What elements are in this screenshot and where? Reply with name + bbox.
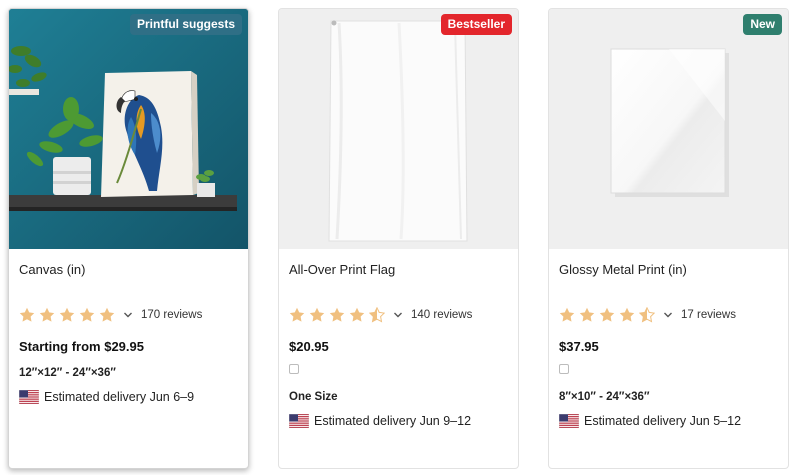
- product-image[interactable]: Printful suggests: [9, 9, 248, 249]
- product-title[interactable]: Glossy Metal Print (in): [559, 262, 687, 277]
- delivery-estimate: Estimated delivery Jun 5–12: [559, 413, 741, 429]
- rating[interactable]: 170 reviews: [19, 307, 202, 323]
- rating[interactable]: 140 reviews: [289, 307, 472, 323]
- star-icon: [599, 307, 615, 322]
- color-swatch-checkbox[interactable]: [559, 364, 569, 374]
- printful-suggests-badge: Printful suggests: [129, 14, 242, 35]
- star-icon: [559, 307, 575, 322]
- star-icon: [99, 307, 115, 322]
- star-icon: [39, 307, 55, 322]
- star-icon: [329, 307, 345, 322]
- bestseller-badge: Bestseller: [440, 14, 512, 35]
- star-icon: [79, 307, 95, 322]
- star-icon: [579, 307, 595, 322]
- canvas-photo-image: [9, 9, 248, 249]
- star-icon: [349, 307, 365, 322]
- review-count[interactable]: 140 reviews: [411, 309, 472, 321]
- star-icon: [289, 307, 305, 322]
- product-card[interactable]: Bestseller All-Over Print Flag 140 revie…: [278, 8, 519, 469]
- product-card[interactable]: Printful suggests Canvas (in) 170 review…: [8, 8, 249, 469]
- delivery-text: Estimated delivery Jun 9–12: [314, 414, 472, 428]
- star-half-icon: [639, 307, 655, 323]
- chevron-down-icon[interactable]: [393, 311, 403, 319]
- rating[interactable]: 17 reviews: [559, 307, 736, 323]
- review-count[interactable]: 17 reviews: [681, 309, 736, 321]
- star-icon: [59, 307, 75, 322]
- delivery-estimate: Estimated delivery Jun 6–9: [19, 389, 194, 405]
- us-flag-icon: [289, 414, 309, 428]
- new-badge: New: [743, 14, 782, 35]
- size-range: 8″×10″ - 24″×36″: [559, 391, 650, 403]
- delivery-text: Estimated delivery Jun 6–9: [44, 390, 195, 404]
- product-title[interactable]: Canvas (in): [19, 262, 85, 277]
- product-price: $20.95: [289, 339, 329, 354]
- product-price: Starting from $29.95: [19, 339, 144, 354]
- metal-print-image: [549, 9, 788, 249]
- white-flag-image: [279, 9, 518, 249]
- product-image[interactable]: Bestseller: [279, 9, 518, 249]
- product-title[interactable]: All-Over Print Flag: [289, 262, 395, 277]
- star-icon: [309, 307, 325, 322]
- product-price: $37.95: [559, 339, 599, 354]
- star-icon: [619, 307, 635, 322]
- star-icon: [19, 307, 35, 322]
- product-image[interactable]: New: [549, 9, 788, 249]
- chevron-down-icon[interactable]: [663, 311, 673, 319]
- size-range: 12″×12″ - 24″×36″: [19, 367, 116, 379]
- review-count[interactable]: 170 reviews: [141, 309, 202, 321]
- us-flag-icon: [19, 390, 39, 404]
- size-range: One Size: [289, 391, 338, 403]
- chevron-down-icon[interactable]: [123, 311, 133, 319]
- delivery-estimate: Estimated delivery Jun 9–12: [289, 413, 471, 429]
- us-flag-icon: [559, 414, 579, 428]
- delivery-text: Estimated delivery Jun 5–12: [584, 414, 742, 428]
- product-card[interactable]: New Glossy Metal Print (in) 17 reviews $…: [548, 8, 789, 469]
- color-swatch-checkbox[interactable]: [289, 364, 299, 374]
- star-half-icon: [369, 307, 385, 323]
